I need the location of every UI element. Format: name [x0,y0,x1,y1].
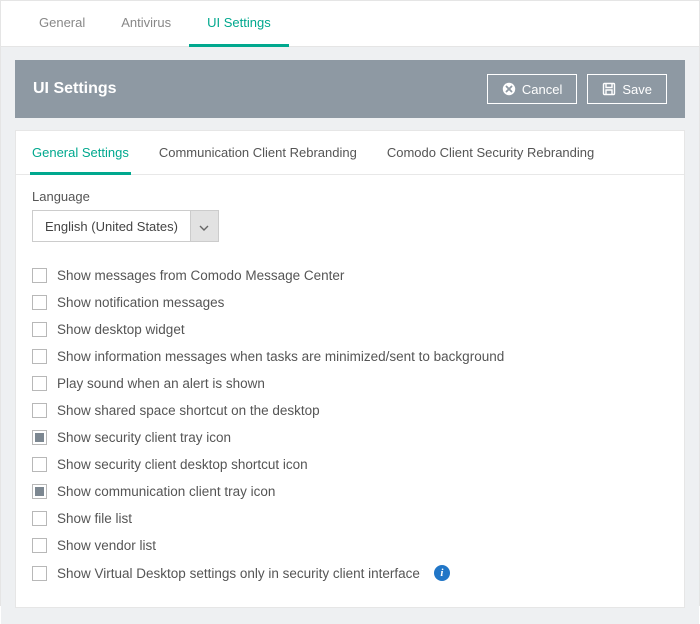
option-row: Show desktop widget [32,316,668,343]
info-icon[interactable]: i [434,565,450,581]
option-checkbox[interactable] [32,376,47,391]
option-row: Show security client tray icon [32,424,668,451]
sub-tab-comm-rebranding[interactable]: Communication Client Rebranding [157,131,359,175]
header-actions: Cancel Save [487,74,667,104]
option-label: Show desktop widget [57,322,185,337]
option-label: Play sound when an alert is shown [57,376,265,391]
options-list: Show messages from Comodo Message Center… [32,262,668,587]
top-tab-bar: General Antivirus UI Settings [1,1,699,47]
option-label: Show vendor list [57,538,156,553]
content-area: UI Settings Cancel Save General Settings… [1,47,699,624]
option-checkbox[interactable] [32,430,47,445]
language-dropdown-arrow[interactable] [190,211,218,241]
sub-tab-bar: General Settings Communication Client Re… [16,131,684,175]
cancel-button[interactable]: Cancel [487,74,577,104]
settings-card: General Settings Communication Client Re… [15,130,685,608]
option-row: Show file list [32,505,668,532]
option-row: Play sound when an alert is shown [32,370,668,397]
cancel-icon [502,82,516,96]
option-checkbox[interactable] [32,566,47,581]
panel-title: UI Settings [33,80,117,98]
sub-tab-security-rebranding[interactable]: Comodo Client Security Rebranding [385,131,596,175]
cancel-label: Cancel [522,82,562,97]
option-checkbox[interactable] [32,349,47,364]
option-checkbox[interactable] [32,511,47,526]
option-checkbox[interactable] [32,322,47,337]
option-row: Show shared space shortcut on the deskto… [32,397,668,424]
option-checkbox[interactable] [32,538,47,553]
sub-tab-general-settings[interactable]: General Settings [30,131,131,175]
language-select[interactable]: English (United States) [32,210,219,242]
option-label: Show security client desktop shortcut ic… [57,457,308,472]
option-row: Show information messages when tasks are… [32,343,668,370]
save-icon [602,82,616,96]
save-button[interactable]: Save [587,74,667,104]
option-label: Show security client tray icon [57,430,231,445]
top-tab-uisettings[interactable]: UI Settings [189,1,289,47]
option-row: Show communication client tray icon [32,478,668,505]
option-label: Show notification messages [57,295,224,310]
option-checkbox[interactable] [32,457,47,472]
option-checkbox[interactable] [32,484,47,499]
option-label: Show shared space shortcut on the deskto… [57,403,320,418]
top-tab-general[interactable]: General [21,1,103,47]
option-label: Show communication client tray icon [57,484,275,499]
language-value: English (United States) [33,211,190,241]
language-label: Language [32,189,668,204]
top-tab-antivirus[interactable]: Antivirus [103,1,189,47]
form-area: Language English (United States) Show me… [16,175,684,607]
option-row: Show messages from Comodo Message Center [32,262,668,289]
option-label: Show file list [57,511,132,526]
option-label: Show information messages when tasks are… [57,349,504,364]
option-row: Show vendor list [32,532,668,559]
save-label: Save [622,82,652,97]
option-row: Show notification messages [32,289,668,316]
option-checkbox[interactable] [32,268,47,283]
chevron-down-icon [199,218,209,234]
option-label: Show messages from Comodo Message Center [57,268,344,283]
option-checkbox[interactable] [32,403,47,418]
panel-header: UI Settings Cancel Save [15,60,685,118]
option-row: Show Virtual Desktop settings only in se… [32,559,668,587]
option-checkbox[interactable] [32,295,47,310]
option-row: Show security client desktop shortcut ic… [32,451,668,478]
option-label: Show Virtual Desktop settings only in se… [57,566,420,581]
